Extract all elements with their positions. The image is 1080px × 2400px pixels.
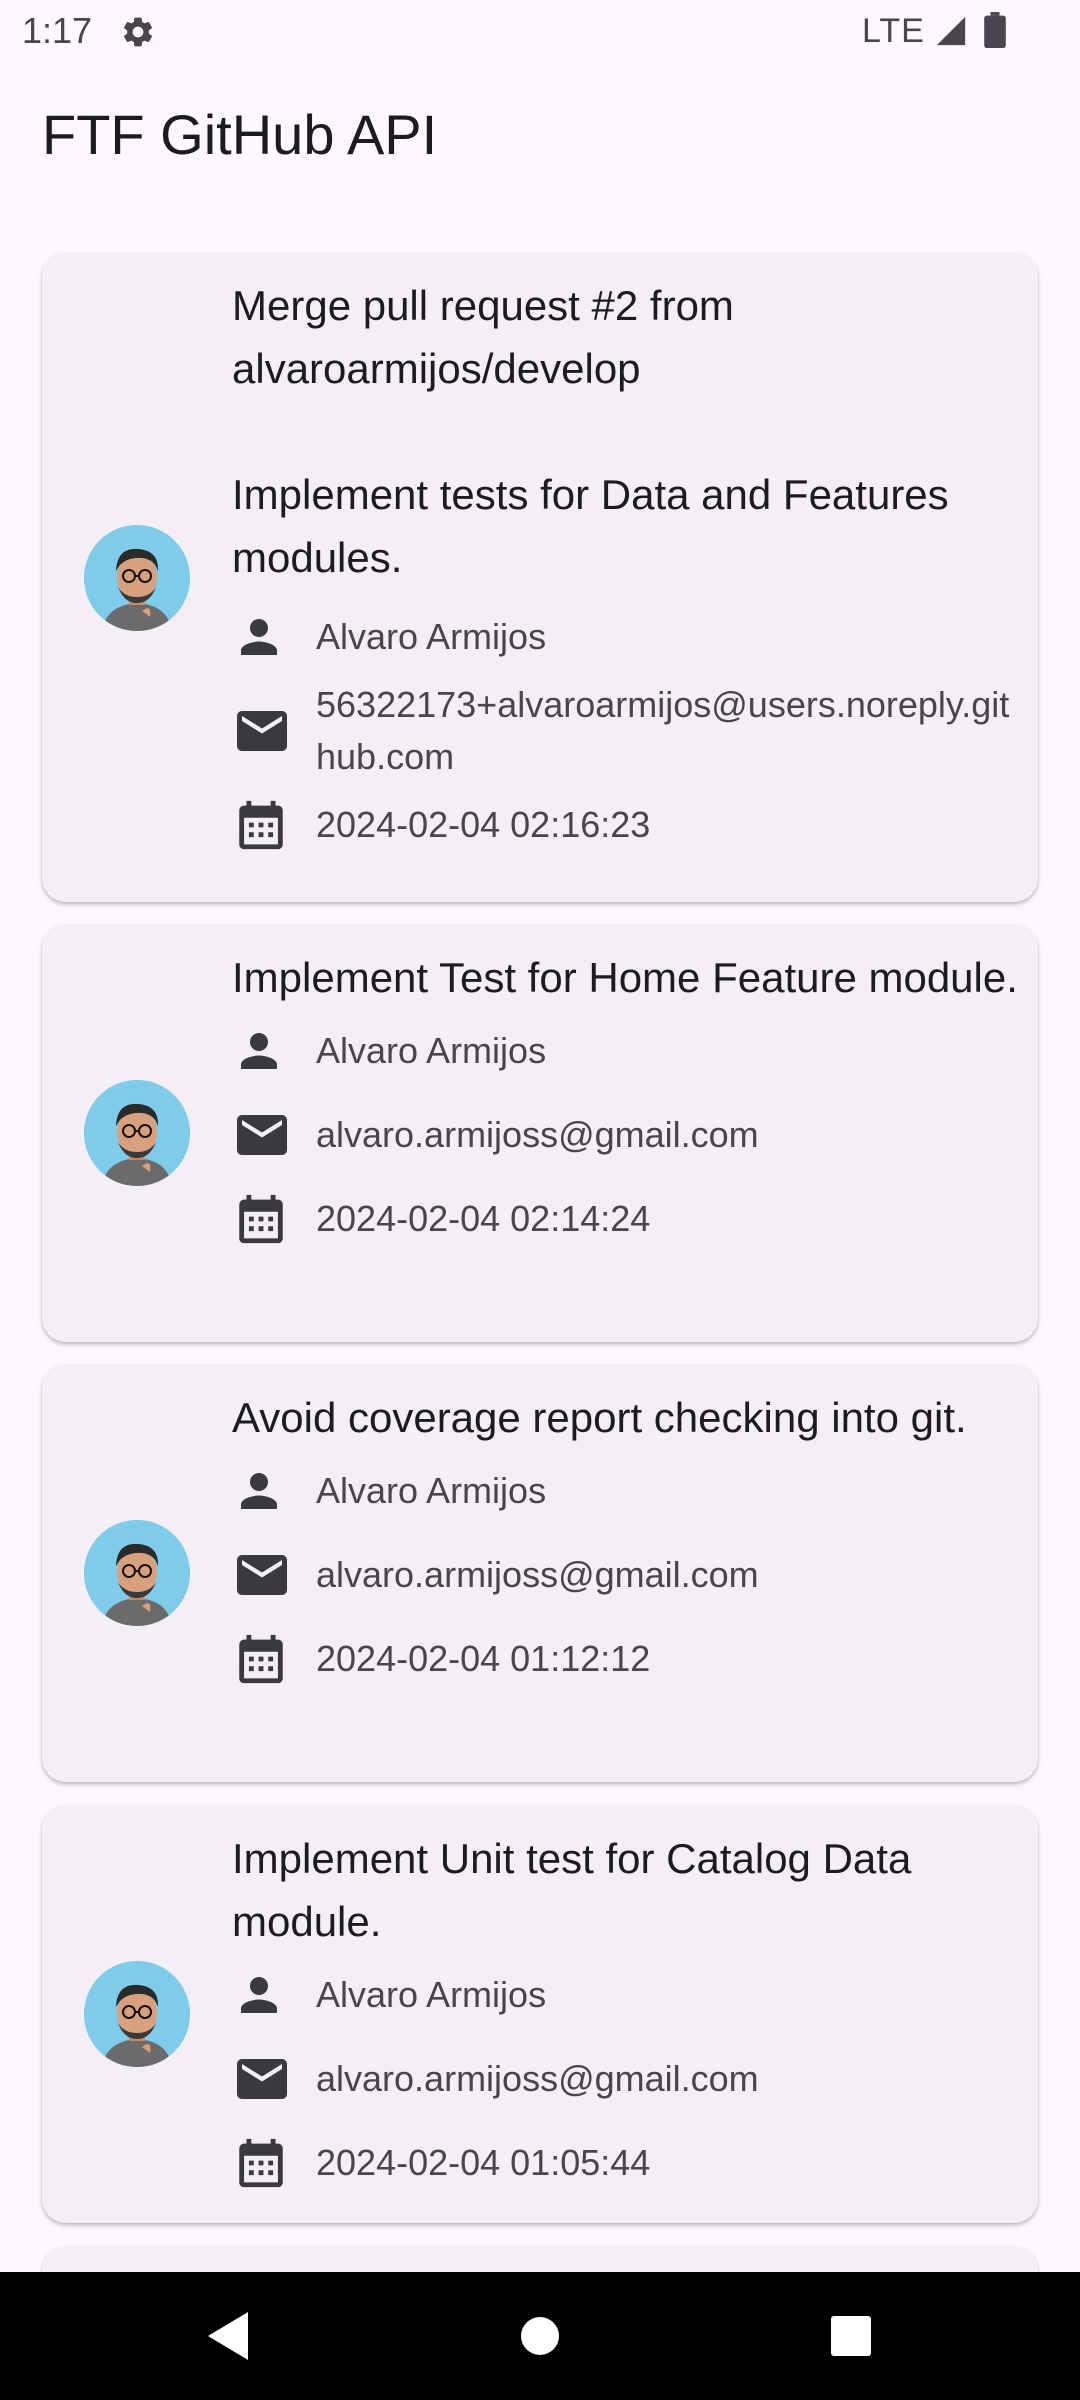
- mail-icon: [232, 701, 316, 761]
- date-row: 2024-02-04 01:12:12: [232, 1617, 1022, 1701]
- recents-icon[interactable]: [830, 2306, 872, 2366]
- commit-list[interactable]: Merge pull request #2 from alvaroarmijos…: [0, 252, 1080, 2272]
- author-email: alvaro.armijoss@gmail.com: [316, 1114, 759, 1155]
- person-icon: [232, 1968, 316, 2022]
- home-icon[interactable]: [520, 2306, 560, 2366]
- author-email: 56322173+alvaroarmijos@users.noreply.git…: [316, 684, 1010, 777]
- author-row: Alvaro Armijos: [232, 1953, 1022, 2037]
- author-email: alvaro.armijoss@gmail.com: [316, 2058, 759, 2099]
- author-row: Alvaro Armijos: [232, 1009, 1022, 1093]
- calendar-icon: [232, 1190, 316, 1248]
- author-name: Alvaro Armijos: [316, 1974, 547, 2015]
- commit-message: Merge pull request #2 from alvaroarmijos…: [232, 282, 949, 581]
- memoji-avatar-icon: [84, 525, 190, 631]
- status-bar: 1:17 LTE: [0, 0, 1080, 62]
- date-row: 2024-02-04 02:16:23: [232, 783, 1022, 867]
- calendar-icon: [232, 796, 316, 854]
- mail-icon: [232, 1545, 316, 1605]
- commit-details: Merge pull request #2 from alvaroarmijos…: [232, 274, 1022, 867]
- avatar: [84, 1520, 190, 1626]
- avatar: [84, 1961, 190, 2067]
- commit-date: 2024-02-04 01:05:44: [316, 2142, 651, 2183]
- commit-card[interactable]: Avoid coverage report checking into git.…: [42, 1364, 1038, 1782]
- mail-icon: [232, 2049, 316, 2109]
- signal-icon: [936, 16, 966, 46]
- memoji-avatar-icon: [84, 1520, 190, 1626]
- navigation-bar: [0, 2272, 1080, 2400]
- email-row: alvaro.armijoss@gmail.com: [232, 1093, 1022, 1177]
- date-row: 2024-02-04 02:14:24: [232, 1177, 1022, 1261]
- app-bar: FTF GitHub API: [0, 62, 1080, 210]
- commit-details: Implement Unit test for Catalog Data mod…: [232, 1827, 1022, 2205]
- commit-card[interactable]: Implement Unit test for Catalog Data mod…: [42, 1805, 1038, 2223]
- commit-message: Implement Test for Home Feature module.: [232, 954, 1018, 1001]
- commit-card[interactable]: Implement Test for Home Feature module. …: [42, 924, 1038, 1342]
- memoji-avatar-icon: [84, 1961, 190, 2067]
- commit-message: Avoid coverage report checking into git.: [232, 1394, 967, 1441]
- commit-date: 2024-02-04 02:14:24: [316, 1198, 651, 1239]
- gear-icon: [123, 17, 153, 47]
- calendar-icon: [232, 1630, 316, 1688]
- author-name: Alvaro Armijos: [316, 616, 547, 657]
- battery-icon: [984, 12, 1006, 48]
- status-time: 1:17: [22, 10, 93, 51]
- commit-card[interactable]: Merge pull request #2 from alvaroarmijos…: [42, 252, 1038, 902]
- person-icon: [232, 1464, 316, 1518]
- email-row: alvaro.armijoss@gmail.com: [232, 2037, 1022, 2121]
- network-type: LTE: [862, 12, 925, 50]
- person-icon: [232, 1024, 316, 1078]
- commit-details: Implement Test for Home Feature module. …: [232, 946, 1022, 1261]
- back-icon[interactable]: [202, 2306, 254, 2366]
- commit-date: 2024-02-04 02:16:23: [316, 804, 651, 845]
- email-row: alvaro.armijoss@gmail.com: [232, 1533, 1022, 1617]
- commit-card[interactable]: [42, 2246, 1038, 2272]
- calendar-icon: [232, 2134, 316, 2192]
- author-email: alvaro.armijoss@gmail.com: [316, 1554, 759, 1595]
- avatar: [84, 1080, 190, 1186]
- commit-details: Avoid coverage report checking into git.…: [232, 1386, 1022, 1701]
- author-name: Alvaro Armijos: [316, 1030, 547, 1071]
- person-icon: [232, 610, 316, 664]
- author-row: Alvaro Armijos: [232, 595, 1022, 679]
- commit-message: Implement Unit test for Catalog Data mod…: [232, 1835, 923, 1945]
- commit-date: 2024-02-04 01:12:12: [316, 1638, 651, 1679]
- email-row: 56322173+alvaroarmijos@users.noreply.git…: [232, 679, 1022, 783]
- avatar: [84, 525, 190, 631]
- author-name: Alvaro Armijos: [316, 1470, 547, 1511]
- app-title: FTF GitHub API: [42, 103, 438, 166]
- mail-icon: [232, 1105, 316, 1165]
- date-row: 2024-02-04 01:05:44: [232, 2121, 1022, 2205]
- author-row: Alvaro Armijos: [232, 1449, 1022, 1533]
- memoji-avatar-icon: [84, 1080, 190, 1186]
